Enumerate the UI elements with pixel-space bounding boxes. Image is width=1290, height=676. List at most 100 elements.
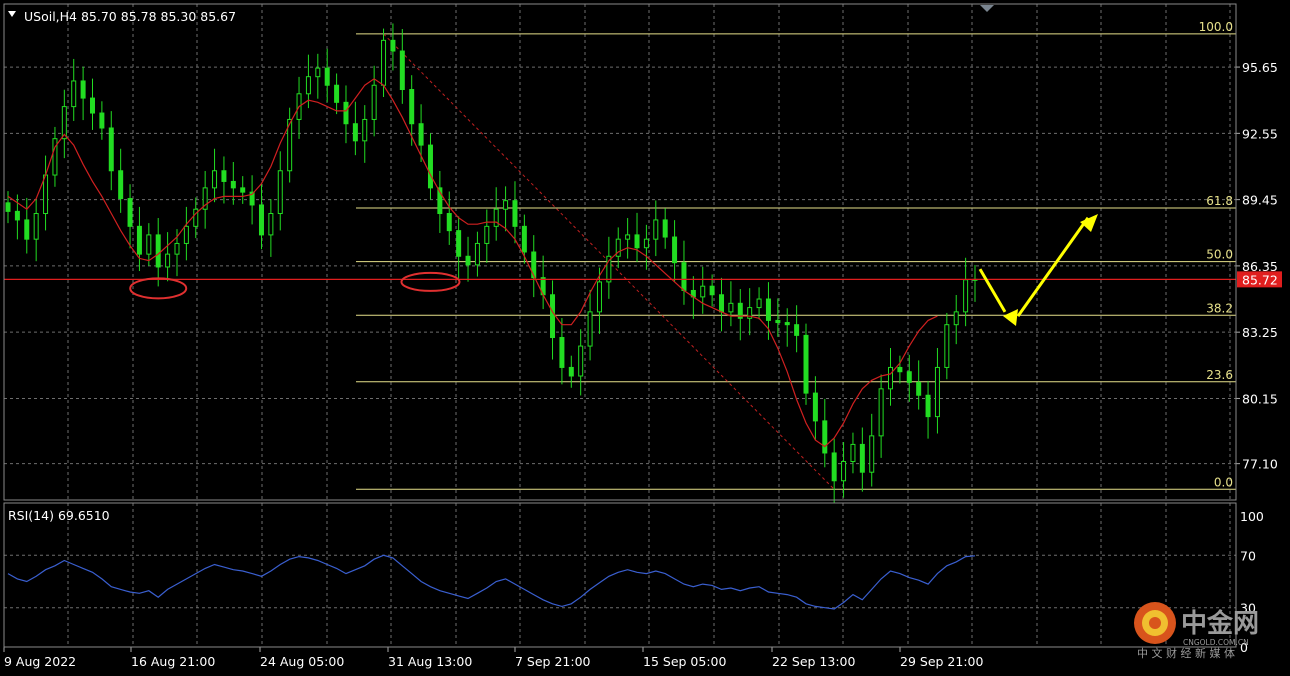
candle-body bbox=[418, 123, 424, 146]
candle-body bbox=[859, 443, 865, 473]
candle-body bbox=[409, 89, 415, 125]
candle-body bbox=[878, 388, 884, 437]
rsi-tick-label: 70 bbox=[1240, 548, 1256, 563]
candle-body bbox=[240, 187, 246, 193]
candle-body bbox=[71, 80, 77, 108]
candle-body bbox=[277, 170, 283, 215]
time-tick-label: 9 Aug 2022 bbox=[4, 654, 76, 669]
candle-body bbox=[174, 242, 180, 255]
candle-body bbox=[503, 200, 509, 210]
candle-body bbox=[728, 302, 734, 313]
candle-body bbox=[906, 371, 912, 383]
candle-body bbox=[343, 101, 349, 125]
candle-body bbox=[672, 236, 678, 264]
candle-body bbox=[925, 394, 931, 418]
watermark-tagline: 中 文 财 经 新 媒 体 bbox=[1137, 646, 1235, 660]
candle-body bbox=[352, 123, 358, 142]
candle-body bbox=[765, 298, 771, 321]
price-tick-label: 92.55 bbox=[1242, 126, 1278, 141]
candle-body bbox=[99, 112, 105, 129]
fib-level-label: 50.0 bbox=[1206, 248, 1233, 262]
candle-body bbox=[578, 345, 584, 377]
candle-body bbox=[136, 225, 142, 255]
candle-body bbox=[305, 76, 311, 95]
candle-body bbox=[146, 234, 152, 255]
candle-body bbox=[784, 322, 790, 326]
candle-body bbox=[869, 435, 875, 473]
fib-level-label: 100.0 bbox=[1199, 20, 1233, 34]
candle-body bbox=[944, 324, 950, 368]
rsi-label: RSI(14) 69.6510 bbox=[8, 508, 110, 523]
candle-body bbox=[625, 234, 631, 240]
candle-body bbox=[653, 219, 659, 240]
candle-body bbox=[550, 294, 556, 339]
candle-body bbox=[155, 234, 161, 268]
candle-body bbox=[822, 420, 828, 454]
price-tick-label: 80.15 bbox=[1242, 391, 1278, 406]
fib-level-label: 61.8 bbox=[1206, 194, 1233, 208]
candle-body bbox=[587, 311, 593, 347]
candle-body bbox=[362, 118, 368, 142]
candle-body bbox=[324, 67, 330, 86]
price-tick-label: 83.25 bbox=[1242, 325, 1278, 340]
candle-body bbox=[315, 67, 321, 78]
candle-body bbox=[916, 381, 922, 396]
candle-body bbox=[888, 366, 894, 390]
time-tick-label: 16 Aug 21:00 bbox=[131, 654, 215, 669]
candle-body bbox=[221, 170, 227, 182]
candle-body bbox=[390, 39, 396, 52]
candle-body bbox=[803, 334, 809, 394]
candle-body bbox=[118, 170, 124, 200]
candle-body bbox=[14, 210, 20, 221]
candle-body bbox=[484, 225, 490, 244]
fib-level-label: 0.0 bbox=[1214, 475, 1233, 489]
candle-body bbox=[52, 138, 58, 176]
candle-body bbox=[427, 144, 433, 189]
candle-body bbox=[596, 281, 602, 313]
candle-body bbox=[512, 200, 518, 227]
candle-body bbox=[775, 319, 781, 324]
candle-body bbox=[33, 213, 39, 240]
price-tick-label: 95.65 bbox=[1242, 60, 1278, 75]
candle-body bbox=[963, 279, 969, 313]
candle-body bbox=[43, 174, 49, 215]
candle-body bbox=[212, 170, 218, 189]
candle-body bbox=[559, 337, 565, 368]
candle-body bbox=[812, 392, 818, 422]
candle-body bbox=[371, 84, 377, 120]
candle-body bbox=[474, 242, 480, 266]
time-tick-label: 29 Sep 21:00 bbox=[900, 654, 983, 669]
candle-body bbox=[643, 238, 649, 249]
candle-body bbox=[953, 311, 959, 326]
candle-body bbox=[934, 366, 940, 418]
candle-body bbox=[183, 225, 189, 244]
candle-body bbox=[456, 230, 462, 257]
candle-body bbox=[24, 219, 30, 240]
candle-body bbox=[634, 234, 640, 249]
time-tick-label: 22 Sep 13:00 bbox=[772, 654, 855, 669]
time-tick-label: 15 Sep 05:00 bbox=[643, 654, 726, 669]
candle-body bbox=[258, 204, 264, 236]
candle-body bbox=[268, 213, 274, 236]
candle-body bbox=[89, 97, 95, 114]
candle-body bbox=[662, 219, 668, 238]
candle-body bbox=[700, 285, 706, 298]
candle-body bbox=[446, 213, 452, 232]
watermark-brand: 中金网 bbox=[1181, 608, 1259, 639]
candle-body bbox=[719, 294, 725, 313]
candle-body bbox=[756, 298, 762, 309]
candle-body bbox=[521, 225, 527, 253]
candle-body bbox=[465, 255, 471, 266]
candle-body bbox=[493, 208, 499, 227]
candle-body bbox=[850, 443, 856, 463]
chart-window[interactable]: 100.0 61.8 50.0 38.2 23.6 0.0 85.72 95.65 92.5… bbox=[0, 0, 1290, 672]
candle-body bbox=[334, 84, 340, 103]
watermark-domain: CNGOLD.COM.CN bbox=[1183, 638, 1249, 647]
candle-body bbox=[80, 80, 86, 99]
chart-title: USoil,H4 85.70 85.78 85.30 85.67 bbox=[24, 9, 236, 24]
candle-body bbox=[841, 461, 847, 482]
time-tick-label: 7 Sep 21:00 bbox=[515, 654, 591, 669]
price-tick-label: 89.45 bbox=[1242, 193, 1278, 208]
candle-body bbox=[897, 366, 903, 373]
time-tick-label: 31 Aug 13:00 bbox=[388, 654, 472, 669]
